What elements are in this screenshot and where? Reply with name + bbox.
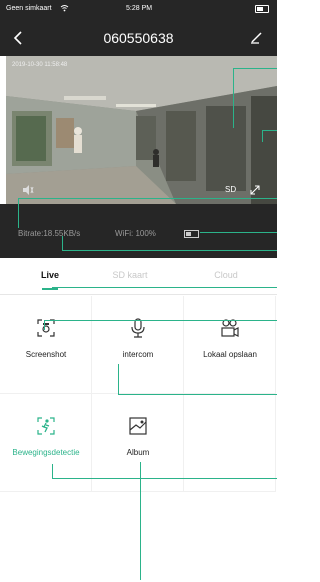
device-battery-icon bbox=[184, 230, 199, 238]
carrier-label: Geen simkaart bbox=[6, 5, 52, 12]
tab-sd-kaart[interactable]: SD kaart bbox=[100, 270, 160, 280]
status-bar: Geen simkaart 5:28 PM bbox=[0, 0, 277, 20]
album-label: Album bbox=[126, 448, 150, 457]
wifi-status-icon bbox=[60, 4, 69, 14]
fullscreen-icon[interactable] bbox=[250, 185, 260, 195]
live-video[interactable]: 2019-10-30 11:58:48 SD bbox=[6, 56, 277, 204]
local-record-icon bbox=[221, 319, 239, 337]
edit-icon[interactable] bbox=[249, 29, 265, 45]
intercom-button[interactable]: intercom bbox=[92, 296, 184, 394]
motion-detection-label: Bewegingsdetectie bbox=[12, 448, 80, 457]
intercom-label: intercom bbox=[122, 350, 154, 359]
screenshot-label: Screenshot bbox=[25, 350, 67, 359]
wifi-strength-label: WiFi: 100% bbox=[115, 229, 156, 238]
battery-icon bbox=[255, 5, 269, 13]
microphone-icon bbox=[131, 318, 145, 338]
device-title: 060550638 bbox=[103, 30, 174, 46]
video-timestamp: 2019-10-30 11:58:48 bbox=[12, 62, 68, 68]
active-tab-indicator bbox=[42, 288, 58, 290]
nav-bar: 060550638 bbox=[0, 20, 277, 56]
mode-tabs: Live SD kaart Cloud bbox=[0, 266, 277, 295]
local-record-button[interactable]: Lokaal opslaan bbox=[184, 296, 276, 394]
bitrate-label: Bitrate:18.55KB/s bbox=[18, 229, 81, 238]
local-record-label: Lokaal opslaan bbox=[203, 350, 257, 359]
sd-quality-toggle[interactable]: SD bbox=[225, 185, 236, 194]
album-icon bbox=[129, 417, 147, 435]
speaker-icon[interactable] bbox=[22, 185, 34, 195]
motion-detection-icon bbox=[37, 417, 55, 435]
screenshot-button[interactable]: Screenshot bbox=[0, 296, 92, 394]
tab-live[interactable]: Live bbox=[20, 270, 80, 280]
tab-cloud[interactable]: Cloud bbox=[196, 270, 256, 280]
status-time: 5:28 PM bbox=[126, 5, 153, 12]
screenshot-icon bbox=[37, 319, 55, 337]
office-camera-feed bbox=[6, 56, 277, 204]
